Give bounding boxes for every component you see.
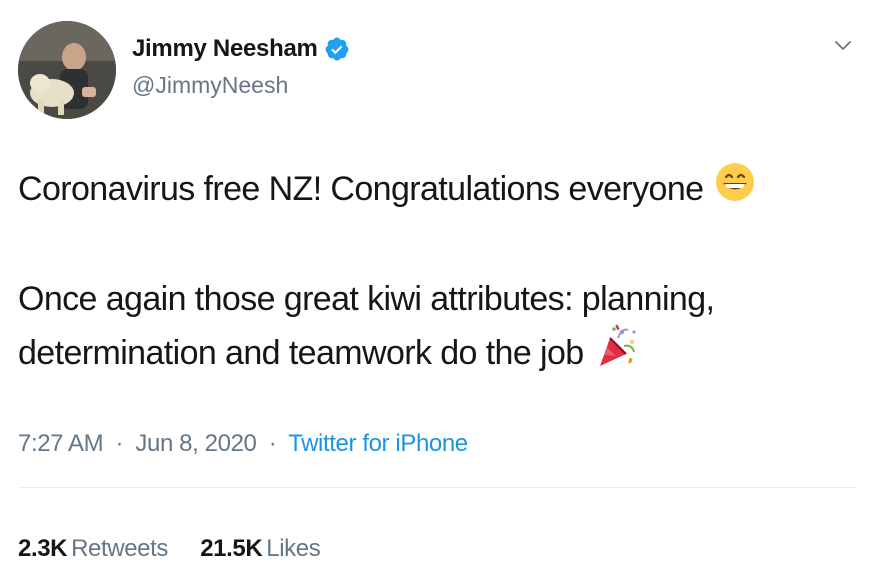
tweet-text: Coronavirus free NZ! Congratulations eve… [18, 162, 818, 382]
tweet-line-3-text: determination and teamwork do the job [18, 334, 584, 372]
avatar-photo [18, 21, 116, 119]
handle[interactable]: @JimmyNeesh [132, 72, 350, 99]
chevron-down-icon[interactable] [831, 34, 855, 58]
display-name[interactable]: Jimmy Neesham [132, 35, 318, 63]
author-block: Jimmy Neesham @JimmyNeesh [132, 32, 350, 99]
likes-stat[interactable]: 21.5K Likes [200, 535, 320, 563]
grinning-face-icon [715, 162, 755, 216]
tweet-meta: 7:27 AM · Jun 8, 2020 · Twitter for iPho… [18, 430, 468, 458]
tweet-card: Jimmy Neesham @JimmyNeesh Coronavirus fr… [0, 0, 875, 583]
likes-count: 21.5K [200, 535, 263, 562]
tweet-line-2: Once again those great kiwi attributes: … [18, 274, 818, 324]
name-row: Jimmy Neesham [132, 32, 350, 66]
meta-separator: · [268, 430, 277, 457]
likes-label: Likes [266, 535, 321, 562]
retweets-label: Retweets [71, 535, 168, 562]
retweets-stat[interactable]: 2.3K Retweets [18, 535, 168, 563]
verified-badge-icon [324, 36, 350, 62]
tweet-line-1-text: Coronavirus free NZ! Congratulations eve… [18, 170, 704, 208]
tweet-stats: 2.3K Retweets 21.5K Likes [18, 535, 346, 563]
party-popper-icon [596, 324, 638, 382]
tweet-line-2-text: Once again those great kiwi attributes: … [18, 280, 715, 318]
tweet-line-1: Coronavirus free NZ! Congratulations eve… [18, 162, 818, 216]
tweet-source-link[interactable]: Twitter for iPhone [288, 430, 468, 457]
divider [18, 487, 856, 488]
meta-separator: · [115, 430, 124, 457]
tweet-date[interactable]: Jun 8, 2020 [135, 430, 256, 457]
tweet-time[interactable]: 7:27 AM [18, 430, 104, 457]
tweet-line-3: determination and teamwork do the job [18, 324, 818, 382]
avatar[interactable] [18, 21, 116, 119]
retweets-count: 2.3K [18, 535, 68, 562]
